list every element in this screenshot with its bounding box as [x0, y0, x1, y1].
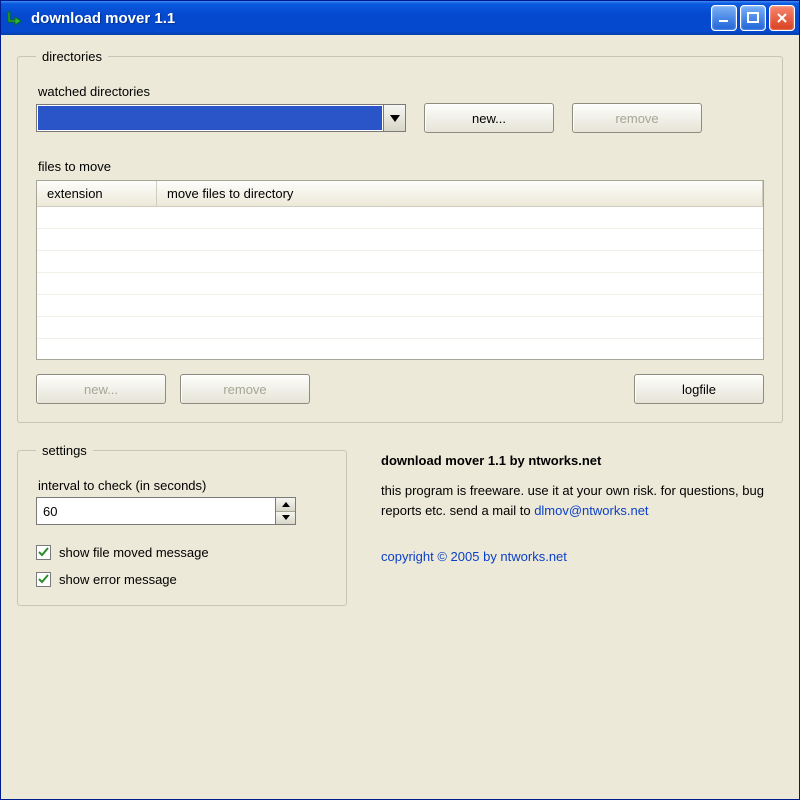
- app-icon: [7, 9, 25, 27]
- settings-group: settings interval to check (in seconds) …: [17, 443, 347, 606]
- table-row: [37, 229, 763, 251]
- table-row: [37, 207, 763, 229]
- table-row: [37, 339, 763, 360]
- about-body: this program is freeware. use it at your…: [381, 481, 777, 521]
- table-row: [37, 317, 763, 339]
- interval-step-up[interactable]: [276, 498, 295, 512]
- remove-directory-button[interactable]: remove: [572, 103, 702, 133]
- directories-group: directories watched directories new... r…: [17, 49, 783, 423]
- watched-directories-combo[interactable]: [36, 104, 406, 132]
- maximize-button[interactable]: [740, 5, 766, 31]
- table-row: [37, 273, 763, 295]
- table-row: [37, 295, 763, 317]
- show-error-checkbox[interactable]: [36, 572, 51, 587]
- new-directory-button[interactable]: new...: [424, 103, 554, 133]
- remove-file-rule-button[interactable]: remove: [180, 374, 310, 404]
- logfile-button[interactable]: logfile: [634, 374, 764, 404]
- table-row: [37, 251, 763, 273]
- minimize-button[interactable]: [711, 5, 737, 31]
- close-button[interactable]: [769, 5, 795, 31]
- interval-label: interval to check (in seconds): [38, 478, 328, 493]
- interval-spinner: [36, 497, 296, 525]
- files-to-move-label: files to move: [38, 159, 764, 174]
- titlebar: download mover 1.1: [1, 1, 799, 35]
- about-email-link[interactable]: dlmov@ntworks.net: [534, 503, 648, 518]
- directories-legend: directories: [36, 49, 108, 64]
- about-panel: download mover 1.1 by ntworks.net this p…: [375, 443, 783, 568]
- about-heading: download mover 1.1 by ntworks.net: [381, 451, 777, 471]
- settings-legend: settings: [36, 443, 93, 458]
- about-copyright: copyright © 2005 by ntworks.net: [381, 547, 777, 567]
- watched-directories-label: watched directories: [38, 84, 764, 99]
- interval-step-down[interactable]: [276, 512, 295, 525]
- window-title: download mover 1.1: [31, 10, 708, 27]
- chevron-up-icon: [282, 502, 290, 507]
- files-table[interactable]: extension move files to directory: [36, 180, 764, 360]
- show-moved-label: show file moved message: [59, 545, 209, 560]
- new-file-rule-button[interactable]: new...: [36, 374, 166, 404]
- application-window: download mover 1.1 directories watched d…: [0, 0, 800, 800]
- watched-directories-selection: [38, 106, 382, 130]
- show-error-label: show error message: [59, 572, 177, 587]
- show-moved-checkbox[interactable]: [36, 545, 51, 560]
- interval-input[interactable]: [37, 498, 275, 524]
- column-header-directory[interactable]: move files to directory: [157, 181, 763, 206]
- watched-directories-dropdown-button[interactable]: [383, 105, 405, 131]
- chevron-down-icon: [282, 515, 290, 520]
- column-header-extension[interactable]: extension: [37, 181, 157, 206]
- chevron-down-icon: [390, 115, 400, 122]
- files-table-body: [37, 207, 763, 359]
